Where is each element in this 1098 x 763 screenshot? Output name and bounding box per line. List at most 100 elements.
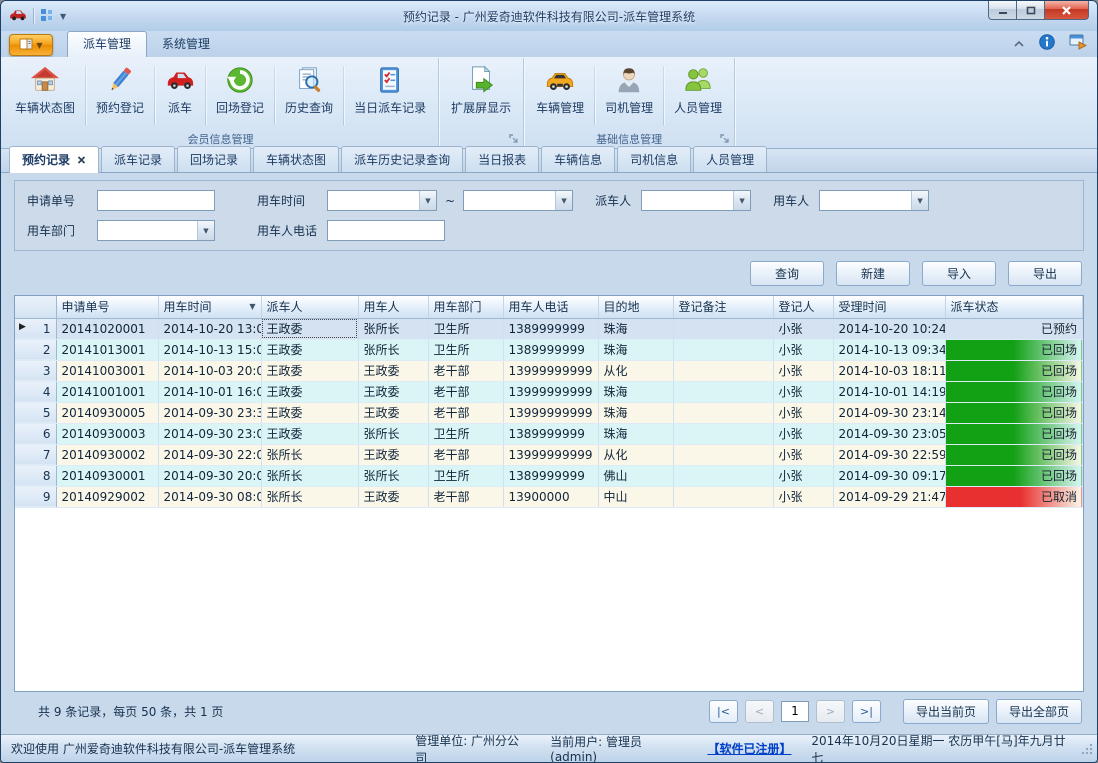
column-header-2[interactable]: 派车人 — [261, 296, 358, 318]
grid-cell[interactable]: 2014-10-13 15:00 — [158, 339, 261, 360]
row-indicator[interactable]: 6 — [15, 423, 56, 444]
grid-cell[interactable]: 20140930002 — [56, 444, 158, 465]
grid-cell[interactable]: 2014-09-30 20:00 — [158, 465, 261, 486]
grid-cell[interactable]: 2014-10-03 20:00 — [158, 360, 261, 381]
grid-cell[interactable]: 2014-10-03 18:11 — [833, 360, 945, 381]
grid-cell[interactable]: 老干部 — [428, 360, 503, 381]
grid-cell[interactable]: 王政委 — [358, 360, 428, 381]
row-indicator[interactable]: 1▶ — [15, 318, 56, 339]
grid-cell[interactable]: 王政委 — [261, 381, 358, 402]
grid-cell[interactable]: 卫生所 — [428, 318, 503, 339]
close-button[interactable] — [1044, 1, 1089, 20]
ribbon-button-vehicle[interactable]: 车辆管理 — [527, 61, 593, 130]
grid-cell[interactable]: 从化 — [598, 444, 673, 465]
close-tab-icon[interactable] — [77, 153, 86, 167]
grid-cell[interactable] — [673, 465, 773, 486]
grid-cell[interactable]: 20141020001 — [56, 318, 158, 339]
doc-tab-0[interactable]: 预约记录 — [9, 146, 99, 173]
table-row[interactable]: 8201409300012014-09-30 20:00张所长张所长卫生所138… — [15, 465, 1083, 486]
grid-cell[interactable]: 卫生所 — [428, 465, 503, 486]
grid-cell[interactable]: 老干部 — [428, 486, 503, 507]
grid-cell[interactable]: 张所长 — [358, 465, 428, 486]
use-time-from-select[interactable]: ▼ — [327, 190, 437, 211]
grid-cell[interactable]: 已回场 — [945, 465, 1083, 486]
maximize-button[interactable] — [1016, 1, 1045, 20]
grid-cell[interactable]: 2014-09-30 23:05 — [833, 423, 945, 444]
table-row[interactable]: 6201409300032014-09-30 23:00王政委张所长卫生所138… — [15, 423, 1083, 444]
grid-cell[interactable]: 2014-10-13 09:34 — [833, 339, 945, 360]
last-page-button[interactable]: >| — [852, 700, 881, 723]
table-row[interactable]: 5201409300052014-09-30 23:30王政委王政委老干部139… — [15, 402, 1083, 423]
grid-cell[interactable]: 13999999999 — [503, 381, 598, 402]
doc-tab-6[interactable]: 车辆信息 — [541, 146, 615, 172]
new-button[interactable]: 新建 — [836, 261, 910, 286]
grid-cell[interactable]: 张所长 — [261, 465, 358, 486]
grid-cell[interactable]: 20141003001 — [56, 360, 158, 381]
resize-grip[interactable] — [1081, 743, 1093, 758]
grid-cell[interactable]: 2014-09-30 23:00 — [158, 423, 261, 444]
grid-cell[interactable]: 王政委 — [261, 423, 358, 444]
column-header-5[interactable]: 用车人电话 — [503, 296, 598, 318]
grid-cell[interactable] — [673, 444, 773, 465]
ribbon-tab-dispatch[interactable]: 派车管理 — [67, 31, 147, 57]
grid-cell[interactable]: 王政委 — [261, 402, 358, 423]
row-indicator[interactable]: 4 — [15, 381, 56, 402]
ribbon-button-people[interactable]: 人员管理 — [665, 61, 731, 130]
grid-cell[interactable] — [673, 360, 773, 381]
grid-cell[interactable]: 2014-09-30 22:00 — [158, 444, 261, 465]
grid-cell[interactable]: 2014-09-30 23:30 — [158, 402, 261, 423]
grid-cell[interactable]: 13999999999 — [503, 360, 598, 381]
info-icon[interactable] — [1039, 34, 1055, 53]
grid-cell[interactable]: 佛山 — [598, 465, 673, 486]
grid-cell[interactable]: 王政委 — [261, 318, 358, 339]
grid-cell[interactable]: 张所长 — [358, 423, 428, 444]
grid-cell[interactable]: 小张 — [773, 339, 833, 360]
grid-cell[interactable]: 已回场 — [945, 339, 1083, 360]
doc-tab-3[interactable]: 车辆状态图 — [253, 146, 339, 172]
next-page-button[interactable]: > — [816, 700, 845, 723]
grid-cell[interactable]: 中山 — [598, 486, 673, 507]
table-row[interactable]: 7201409300022014-09-30 22:00张所长王政委老干部139… — [15, 444, 1083, 465]
grid-cell[interactable] — [673, 381, 773, 402]
grid-cell[interactable]: 1389999999 — [503, 423, 598, 444]
grid-cell[interactable]: 已回场 — [945, 381, 1083, 402]
grid-cell[interactable] — [673, 339, 773, 360]
grid-cell[interactable]: 1389999999 — [503, 339, 598, 360]
phone-input[interactable] — [327, 220, 445, 241]
title-bar[interactable]: ▼ 预约记录 - 广州爱奇迪软件科技有限公司-派车管理系统 — [1, 1, 1097, 31]
grid-cell[interactable]: 王政委 — [358, 402, 428, 423]
grid-cell[interactable]: 王政委 — [358, 381, 428, 402]
collapse-ribbon-icon[interactable] — [1013, 37, 1025, 51]
column-header-4[interactable]: 用车部门 — [428, 296, 503, 318]
grid-cell[interactable]: 20140930003 — [56, 423, 158, 444]
grid-cell[interactable]: 王政委 — [358, 444, 428, 465]
quick-access-layout-icon[interactable] — [40, 8, 54, 25]
screen-icon[interactable] — [1069, 34, 1087, 53]
dialog-launcher-icon[interactable] — [720, 134, 731, 145]
dept-select[interactable]: ▼ — [97, 220, 215, 241]
grid-cell[interactable]: 已回场 — [945, 444, 1083, 465]
row-indicator[interactable]: 8 — [15, 465, 56, 486]
grid-cell[interactable]: 2014-09-30 23:14 — [833, 402, 945, 423]
ribbon-button-vehicle-status[interactable]: 车辆状态图 — [6, 61, 84, 130]
grid-cell[interactable]: 20141013001 — [56, 339, 158, 360]
doc-tab-8[interactable]: 人员管理 — [693, 146, 767, 172]
doc-tab-1[interactable]: 派车记录 — [101, 146, 175, 172]
first-page-button[interactable]: |< — [709, 700, 738, 723]
grid-cell[interactable]: 王政委 — [358, 486, 428, 507]
column-header-8[interactable]: 登记人 — [773, 296, 833, 318]
grid-cell[interactable]: 珠海 — [598, 318, 673, 339]
grid-cell[interactable]: 20141001001 — [56, 381, 158, 402]
table-row[interactable]: 4201410010012014-10-01 16:00王政委王政委老干部139… — [15, 381, 1083, 402]
grid-cell[interactable]: 张所长 — [261, 486, 358, 507]
ribbon-button-extend-screen[interactable]: 扩展屏显示 — [442, 61, 520, 130]
grid-cell[interactable]: 小张 — [773, 381, 833, 402]
grid-cell[interactable]: 小张 — [773, 402, 833, 423]
ribbon-tab-system[interactable]: 系统管理 — [147, 31, 225, 57]
grid-cell[interactable]: 13999999999 — [503, 402, 598, 423]
column-header-0[interactable]: 申请单号 — [56, 296, 158, 318]
grid-cell[interactable]: 已回场 — [945, 423, 1083, 444]
order-no-input[interactable] — [97, 190, 215, 211]
grid-cell[interactable]: 13999999999 — [503, 444, 598, 465]
grid-cell[interactable]: 已预约 — [945, 318, 1083, 339]
